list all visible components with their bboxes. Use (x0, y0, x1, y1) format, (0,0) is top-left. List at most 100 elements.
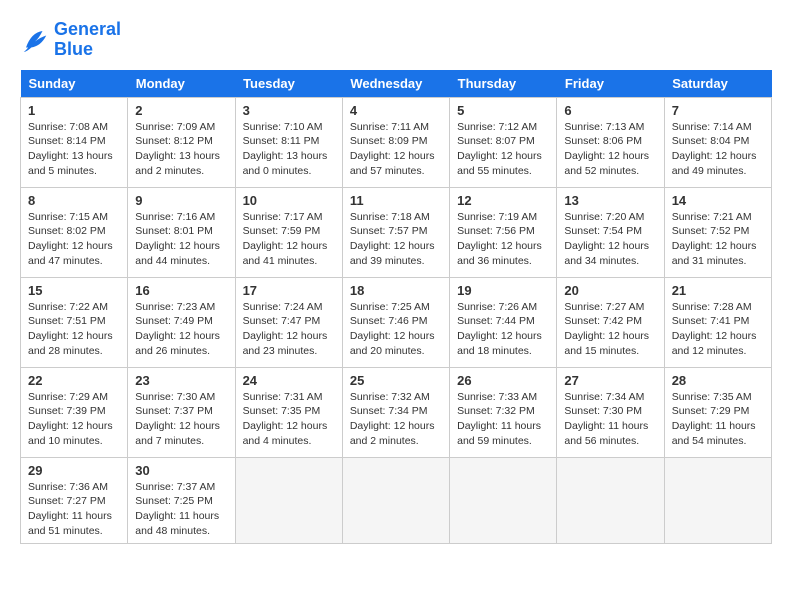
calendar-week-4: 22 Sunrise: 7:29 AM Sunset: 7:39 PM Dayli… (21, 367, 772, 457)
weekday-header-friday: Friday (557, 70, 664, 98)
day-number: 10 (243, 193, 335, 208)
day-info: Sunrise: 7:15 AM Sunset: 8:02 PM Dayligh… (28, 210, 120, 269)
day-number: 3 (243, 103, 335, 118)
day-number: 24 (243, 373, 335, 388)
day-info: Sunrise: 7:19 AM Sunset: 7:56 PM Dayligh… (457, 210, 549, 269)
day-info: Sunrise: 7:36 AM Sunset: 7:27 PM Dayligh… (28, 480, 120, 539)
calendar-cell: 2 Sunrise: 7:09 AM Sunset: 8:12 PM Daylig… (128, 97, 235, 187)
calendar-week-3: 15 Sunrise: 7:22 AM Sunset: 7:51 PM Dayli… (21, 277, 772, 367)
day-number: 5 (457, 103, 549, 118)
logo-icon (20, 25, 50, 55)
day-info: Sunrise: 7:28 AM Sunset: 7:41 PM Dayligh… (672, 300, 764, 359)
calendar-cell (664, 457, 771, 544)
calendar-cell: 24 Sunrise: 7:31 AM Sunset: 7:35 PM Dayli… (235, 367, 342, 457)
calendar-cell: 30Sunrise: 7:37 AM Sunset: 7:25 PM Dayli… (128, 457, 235, 544)
day-info: Sunrise: 7:24 AM Sunset: 7:47 PM Dayligh… (243, 300, 335, 359)
day-number: 27 (564, 373, 656, 388)
day-info: Sunrise: 7:29 AM Sunset: 7:39 PM Dayligh… (28, 390, 120, 449)
calendar-cell (557, 457, 664, 544)
day-info: Sunrise: 7:22 AM Sunset: 7:51 PM Dayligh… (28, 300, 120, 359)
day-number: 1 (28, 103, 120, 118)
calendar-cell: 1 Sunrise: 7:08 AM Sunset: 8:14 PM Daylig… (21, 97, 128, 187)
calendar-cell: 14 Sunrise: 7:21 AM Sunset: 7:52 PM Dayli… (664, 187, 771, 277)
calendar-cell: 16 Sunrise: 7:23 AM Sunset: 7:49 PM Dayli… (128, 277, 235, 367)
day-info: Sunrise: 7:26 AM Sunset: 7:44 PM Dayligh… (457, 300, 549, 359)
day-info: Sunrise: 7:31 AM Sunset: 7:35 PM Dayligh… (243, 390, 335, 449)
day-info: Sunrise: 7:12 AM Sunset: 8:07 PM Dayligh… (457, 120, 549, 179)
weekday-header-wednesday: Wednesday (342, 70, 449, 98)
calendar-cell: 6 Sunrise: 7:13 AM Sunset: 8:06 PM Daylig… (557, 97, 664, 187)
day-number: 18 (350, 283, 442, 298)
day-number: 20 (564, 283, 656, 298)
day-info: Sunrise: 7:10 AM Sunset: 8:11 PM Dayligh… (243, 120, 335, 179)
calendar-cell: 7 Sunrise: 7:14 AM Sunset: 8:04 PM Daylig… (664, 97, 771, 187)
page-header: General Blue (20, 20, 772, 60)
day-number: 28 (672, 373, 764, 388)
day-number: 12 (457, 193, 549, 208)
calendar-cell: 20 Sunrise: 7:27 AM Sunset: 7:42 PM Dayli… (557, 277, 664, 367)
day-number: 9 (135, 193, 227, 208)
calendar-cell: 23 Sunrise: 7:30 AM Sunset: 7:37 PM Dayli… (128, 367, 235, 457)
logo-text-general: General (54, 20, 121, 40)
calendar-cell: 27 Sunrise: 7:34 AM Sunset: 7:30 PM Dayli… (557, 367, 664, 457)
calendar-cell: 21 Sunrise: 7:28 AM Sunset: 7:41 PM Dayli… (664, 277, 771, 367)
logo: General Blue (20, 20, 121, 60)
day-info: Sunrise: 7:14 AM Sunset: 8:04 PM Dayligh… (672, 120, 764, 179)
day-info: Sunrise: 7:08 AM Sunset: 8:14 PM Dayligh… (28, 120, 120, 179)
calendar-cell: 28 Sunrise: 7:35 AM Sunset: 7:29 PM Dayli… (664, 367, 771, 457)
calendar-cell: 9 Sunrise: 7:16 AM Sunset: 8:01 PM Daylig… (128, 187, 235, 277)
day-info: Sunrise: 7:25 AM Sunset: 7:46 PM Dayligh… (350, 300, 442, 359)
calendar-cell: 25Sunrise: 7:32 AM Sunset: 7:34 PM Dayli… (342, 367, 449, 457)
weekday-header-sunday: Sunday (21, 70, 128, 98)
calendar-cell: 18 Sunrise: 7:25 AM Sunset: 7:46 PM Dayli… (342, 277, 449, 367)
day-info: Sunrise: 7:16 AM Sunset: 8:01 PM Dayligh… (135, 210, 227, 269)
day-number: 26 (457, 373, 549, 388)
day-number: 19 (457, 283, 549, 298)
calendar-cell: 12 Sunrise: 7:19 AM Sunset: 7:56 PM Dayli… (450, 187, 557, 277)
day-number: 17 (243, 283, 335, 298)
day-number: 6 (564, 103, 656, 118)
day-info: Sunrise: 7:11 AM Sunset: 8:09 PM Dayligh… (350, 120, 442, 179)
calendar-week-2: 8 Sunrise: 7:15 AM Sunset: 8:02 PM Daylig… (21, 187, 772, 277)
calendar-cell: 15 Sunrise: 7:22 AM Sunset: 7:51 PM Dayli… (21, 277, 128, 367)
calendar-cell: 10Sunrise: 7:17 AM Sunset: 7:59 PM Dayli… (235, 187, 342, 277)
day-number: 23 (135, 373, 227, 388)
day-number: 22 (28, 373, 120, 388)
day-info: Sunrise: 7:34 AM Sunset: 7:30 PM Dayligh… (564, 390, 656, 449)
weekday-header-monday: Monday (128, 70, 235, 98)
day-info: Sunrise: 7:13 AM Sunset: 8:06 PM Dayligh… (564, 120, 656, 179)
day-number: 2 (135, 103, 227, 118)
day-number: 29 (28, 463, 120, 478)
weekday-header-tuesday: Tuesday (235, 70, 342, 98)
day-info: Sunrise: 7:27 AM Sunset: 7:42 PM Dayligh… (564, 300, 656, 359)
day-info: Sunrise: 7:35 AM Sunset: 7:29 PM Dayligh… (672, 390, 764, 449)
day-info: Sunrise: 7:23 AM Sunset: 7:49 PM Dayligh… (135, 300, 227, 359)
day-number: 8 (28, 193, 120, 208)
calendar-cell: 5 Sunrise: 7:12 AM Sunset: 8:07 PM Daylig… (450, 97, 557, 187)
day-number: 21 (672, 283, 764, 298)
day-info: Sunrise: 7:21 AM Sunset: 7:52 PM Dayligh… (672, 210, 764, 269)
day-info: Sunrise: 7:09 AM Sunset: 8:12 PM Dayligh… (135, 120, 227, 179)
calendar-week-1: 1 Sunrise: 7:08 AM Sunset: 8:14 PM Daylig… (21, 97, 772, 187)
day-number: 15 (28, 283, 120, 298)
calendar-cell: 3 Sunrise: 7:10 AM Sunset: 8:11 PM Daylig… (235, 97, 342, 187)
calendar-cell: 11Sunrise: 7:18 AM Sunset: 7:57 PM Dayli… (342, 187, 449, 277)
calendar-cell: 17 Sunrise: 7:24 AM Sunset: 7:47 PM Dayli… (235, 277, 342, 367)
day-number: 30 (135, 463, 227, 478)
calendar-cell: 8 Sunrise: 7:15 AM Sunset: 8:02 PM Daylig… (21, 187, 128, 277)
day-number: 14 (672, 193, 764, 208)
day-number: 4 (350, 103, 442, 118)
weekday-header-saturday: Saturday (664, 70, 771, 98)
calendar-cell: 22 Sunrise: 7:29 AM Sunset: 7:39 PM Dayli… (21, 367, 128, 457)
day-info: Sunrise: 7:30 AM Sunset: 7:37 PM Dayligh… (135, 390, 227, 449)
weekday-header-row: SundayMondayTuesdayWednesdayThursdayFrid… (21, 70, 772, 98)
calendar-table: SundayMondayTuesdayWednesdayThursdayFrid… (20, 70, 772, 545)
day-number: 16 (135, 283, 227, 298)
day-number: 7 (672, 103, 764, 118)
calendar-cell: 29 Sunrise: 7:36 AM Sunset: 7:27 PM Dayli… (21, 457, 128, 544)
calendar-cell: 19 Sunrise: 7:26 AM Sunset: 7:44 PM Dayli… (450, 277, 557, 367)
day-info: Sunrise: 7:32 AM Sunset: 7:34 PM Dayligh… (350, 390, 442, 449)
day-number: 13 (564, 193, 656, 208)
logo-text-blue: Blue (54, 40, 121, 60)
calendar-cell (235, 457, 342, 544)
